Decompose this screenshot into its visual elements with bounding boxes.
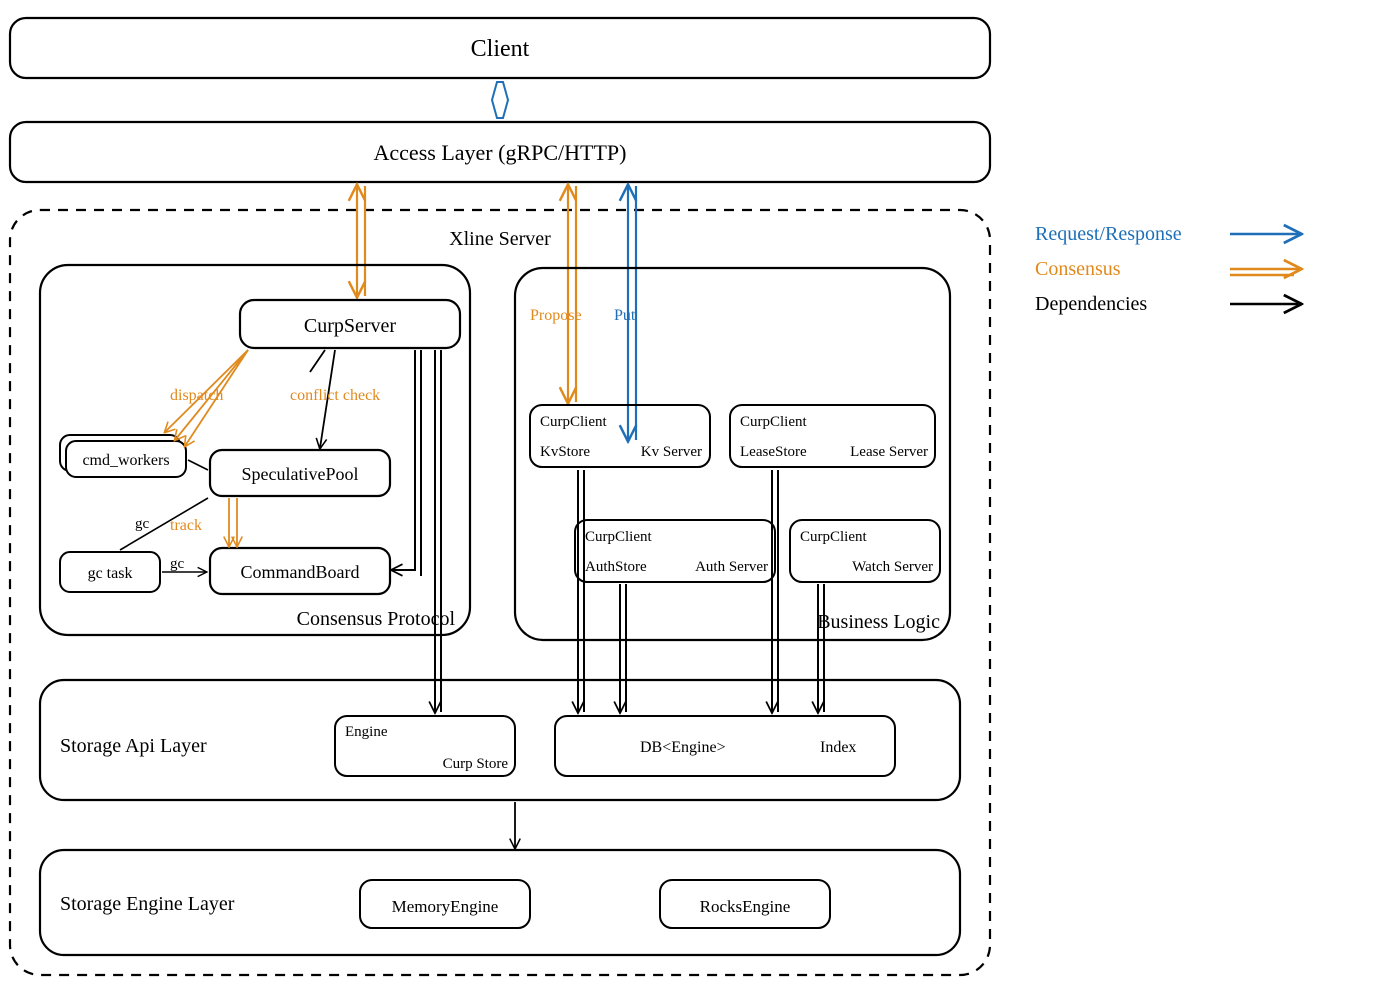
memory-engine-label: MemoryEngine [392,897,499,916]
kv-client: CurpClient [540,414,607,430]
dispatch-label: dispatch [170,387,223,404]
gc2-label: gc [170,556,185,572]
storage-api-layer-box: Storage Api Layer Engine Curp Store DB<E… [40,680,960,800]
speculative-pool-label: SpeculativePool [242,464,359,484]
auth-to-db-arrow [620,584,626,712]
gc1-label: gc [135,516,150,532]
auth-store: AuthStore [585,559,647,575]
conflict-check-label: conflict check [290,387,380,404]
watch-to-db-arrow [818,584,824,712]
watch-client: CurpClient [800,529,867,545]
gc-task-label: gc task [88,565,133,582]
consensus-protocol-box: Consensus Protocol CurpServer cmd_worker… [40,265,470,635]
kv-to-db-arrow [578,470,584,712]
legend-reqresp-label: Request/Response [1035,223,1182,245]
legend-deps-label: Dependencies [1035,293,1147,315]
client-box: Client [10,18,990,78]
storage-engine-layer-label: Storage Engine Layer [60,893,235,915]
access-layer-label: Access Layer (gRPC/HTTP) [374,140,627,165]
index-label: Index [820,739,856,756]
curp-store-engine-label: Engine [345,724,388,740]
db-engine-label: DB<Engine> [640,739,726,756]
consensus-protocol-label: Consensus Protocol [297,608,456,630]
kv-server: Kv Server [641,444,702,460]
rocks-engine-label: RocksEngine [700,897,791,916]
lease-client: CurpClient [740,414,807,430]
xline-server-container: Xline Server [10,210,990,975]
storage-engine-layer-box: Storage Engine Layer MemoryEngine RocksE… [40,850,960,955]
legend-consensus-label: Consensus [1035,258,1121,280]
auth-server: Auth Server [695,559,768,575]
put-label: Put [614,307,636,324]
access-propose-arrow [568,186,576,402]
kv-store: KvStore [540,444,590,460]
curp-server-label: CurpServer [304,315,397,337]
command-board-label: CommandBoard [241,562,360,582]
lease-store: LeaseStore [740,444,807,460]
cmd-workers-label: cmd_workers [82,452,169,469]
curp-to-storage-arrow [435,350,441,712]
storage-api-label: Storage Api Layer [60,735,207,757]
xline-server-label: Xline Server [449,228,551,250]
propose-label: Propose [530,307,582,324]
curp-store-label: Curp Store [443,756,509,772]
lease-server: Lease Server [850,444,928,460]
access-layer-box: Access Layer (gRPC/HTTP) [10,122,990,182]
auth-client: CurpClient [585,529,652,545]
legend: Request/Response Consensus Dependencies [1035,223,1300,315]
watch-server: Watch Server [852,559,933,575]
client-label: Client [471,36,530,62]
business-logic-box: Business Logic Propose Put CurpClient Kv… [515,268,950,640]
business-logic-label: Business Logic [817,611,940,633]
lease-to-db-arrow [772,470,778,712]
access-curp-arrow [357,186,365,296]
client-access-arrow [492,82,508,118]
track-label: track [170,517,202,534]
